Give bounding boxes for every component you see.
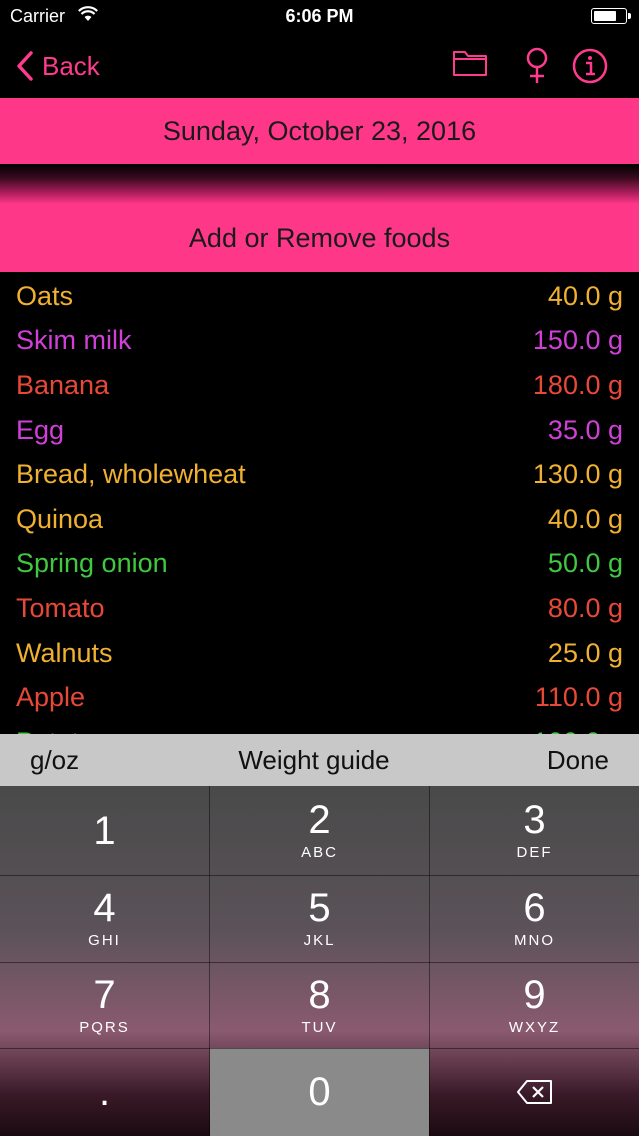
key-letters: MNO [514,932,555,949]
food-name: Tomato [16,592,105,623]
food-weight: 35.0 g [547,414,623,445]
key-letters: JKL [303,932,336,949]
add-remove-foods-label: Add or Remove foods [188,222,451,253]
food-name: Spring onion [16,548,168,579]
key-divider [0,962,639,963]
key-5[interactable]: 5 JKL [210,875,429,962]
status-time: 6:06 PM [285,6,354,26]
unit-toggle-button[interactable]: g/oz [30,734,79,786]
key-digit: 8 [308,972,331,1017]
food-weight: 80.0 g [547,592,623,623]
keypad-toolbar: Weight guide g/oz Done [0,734,639,786]
key-letters: PQRS [79,1018,130,1036]
key-9[interactable]: 9 WXYZ [430,962,639,1048]
key-6[interactable]: 6 MNO [430,875,639,962]
food-name: Bread, wholewheat [16,459,246,490]
food-name: Oats [16,280,74,311]
food-row[interactable]: Spring onion 50.0 g [0,542,639,587]
key-letters: GHI [88,932,121,949]
food-name: Egg [16,414,65,445]
food-row[interactable]: Banana 180.0 g [0,363,639,408]
key-7[interactable]: 7 PQRS [0,962,209,1048]
number-keypad: 1 2 ABC 3 DEF 4 GHI 5 JKL 6 MNO 7 PQRS 8 TUV 9 WXYZ. 0 [0,786,639,1136]
key-8[interactable]: 8 TUV [210,962,429,1048]
key-digit: 7 [93,972,116,1017]
food-name: Walnuts [16,637,113,668]
food-weight: 25.0 g [547,637,623,668]
food-weight: 100.0 g [533,727,623,734]
food-row[interactable]: Tomato 80.0 g [0,586,639,631]
battery-icon [591,8,631,24]
food-weight: 50.0 g [547,548,623,579]
key-digit: 2 [308,798,331,842]
delete-key[interactable] [430,1048,639,1136]
status-bar: Carrier 6:06 PM [0,0,639,34]
food-row[interactable]: Walnuts 25.0 g [0,631,639,676]
food-row[interactable]: Skim milk 150.0 g [0,319,639,364]
key-divider [0,875,639,876]
food-weight: 130.0 g [532,459,623,490]
key-letters: DEF [516,844,553,861]
food-weight: 40.0 g [547,280,623,311]
food-list[interactable]: Oats 40.0 g Skim milk 150.0 g Banana 180.0 g E… [0,272,639,734]
backspace-icon [516,1080,552,1104]
key-decimal[interactable]: . [0,1048,209,1136]
key-divider [0,1048,639,1049]
divider-gradient [0,164,639,204]
key-1[interactable]: 1 [0,786,209,875]
chevron-left-icon [17,51,33,81]
folder-icon[interactable] [452,48,488,78]
key-digit: 6 [523,886,546,930]
key-digit: . [98,1070,111,1114]
key-letters: TUV [301,1018,338,1036]
key-3[interactable]: 3 DEF [430,786,639,875]
food-row[interactable]: Egg 35.0 g [0,408,639,453]
female-icon[interactable] [522,46,552,86]
key-0[interactable]: 0 [210,1048,429,1136]
food-weight: 40.0 g [547,503,623,534]
key-letters: WXYZ [508,1018,561,1036]
back-button[interactable]: Back [16,48,100,84]
food-row[interactable]: Quinoa 40.0 g [0,497,639,542]
food-name: Potato [16,727,94,734]
food-name: Banana [16,369,110,400]
food-name: Apple [16,682,86,713]
food-name: Skim milk [16,325,132,356]
date-text: Sunday, October 23, 2016 [162,115,477,146]
key-2[interactable]: 2 ABC [210,786,429,875]
key-digit: 5 [308,886,331,930]
nav-bar: Back [0,34,639,98]
add-remove-foods-button[interactable]: Add or Remove foods [0,204,639,272]
food-row[interactable]: Bread, wholewheat 130.0 g [0,452,639,497]
food-weight: 180.0 g [532,369,623,400]
back-label: Back [42,50,100,81]
key-digit: 3 [523,798,546,842]
food-weight: 150.0 g [532,325,623,356]
key-digit: 1 [93,808,116,853]
key-digit: 4 [93,886,116,930]
date-header: Sunday, October 23, 2016 [0,98,639,164]
key-letters: ABC [301,844,338,861]
food-weight: 110.0 g [534,682,623,713]
key-divider [209,786,210,1136]
done-button[interactable]: Done [547,734,609,786]
food-row[interactable]: Potato 100.0 g [0,720,639,734]
key-4[interactable]: 4 GHI [0,875,209,962]
key-divider [429,786,430,1136]
food-name: Quinoa [16,503,104,534]
weight-guide-button[interactable]: Weight guide [0,734,628,786]
food-row[interactable]: Apple 110.0 g [0,675,639,720]
key-digit: 9 [523,972,546,1017]
key-digit: 0 [308,1070,331,1114]
food-row[interactable]: Oats 40.0 g [0,274,639,319]
info-icon[interactable] [572,48,608,84]
